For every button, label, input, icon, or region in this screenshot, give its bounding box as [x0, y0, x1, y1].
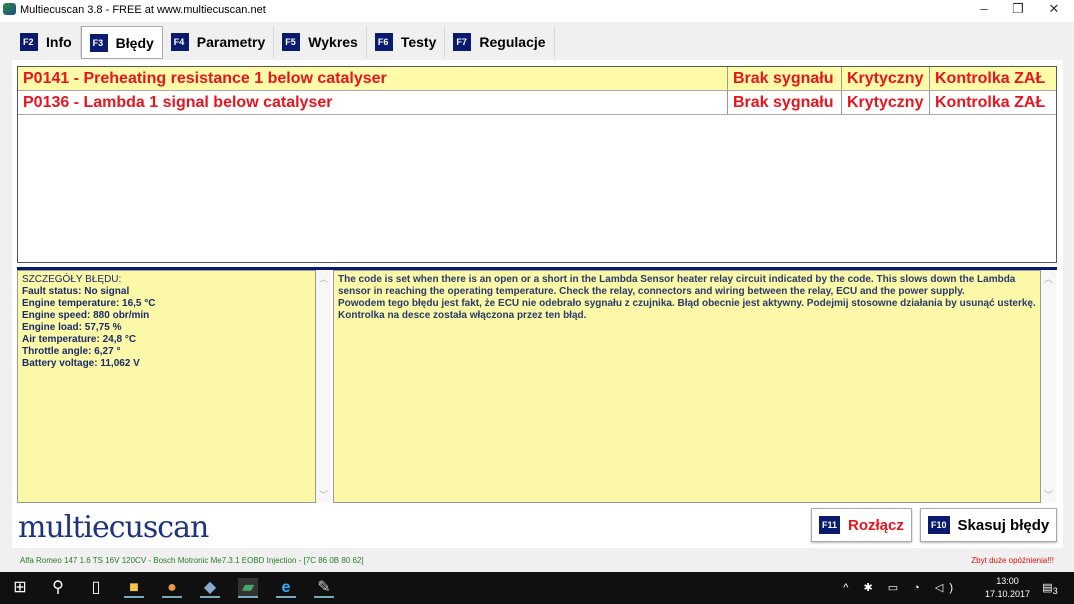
window-title: Multiecuscan 3.8 - FREE at www.multiecus…: [20, 4, 266, 16]
f10-key-icon: F10: [928, 516, 950, 534]
disconnect-button[interactable]: F11 Rozłącz: [811, 508, 912, 542]
fault-severity: Krytyczny: [842, 91, 930, 114]
clear-faults-button[interactable]: F10 Skasuj błędy: [920, 508, 1058, 542]
fault-description: P0141 - Preheating resistance 1 below ca…: [18, 67, 728, 90]
details-heading: SZCZEGÓŁY BŁĘDU:: [22, 274, 122, 285]
tab-label: Testy: [400, 34, 437, 50]
fault-row[interactable]: P0136 - Lambda 1 signal below catalyser …: [18, 91, 1056, 115]
detail-line: Engine temperature: 16,5 °C: [22, 298, 156, 309]
fault-row[interactable]: P0141 - Preheating resistance 1 below ca…: [18, 67, 1056, 91]
system-tray[interactable]: ^ ✱ ▭ ◔ ◁): [843, 581, 959, 594]
detail-line: Fault status: No signal: [22, 286, 130, 297]
multiecuscan-taskbar-icon[interactable]: ▰: [238, 578, 258, 598]
detail-line: Battery voltage: 11,062 V: [22, 358, 140, 369]
button-label: Rozłącz: [848, 516, 904, 534]
detail-line: Air temperature: 24,8 °C: [22, 334, 137, 345]
paint-icon[interactable]: ✎: [314, 578, 334, 598]
f6-key-icon: F6: [374, 33, 393, 51]
latency-warning: Zbyt duże opóźnienia!!!: [971, 556, 1054, 565]
f2-key-icon: F2: [20, 33, 38, 51]
fault-details-panel: SZCZEGÓŁY BŁĘDU: Fault status: No signal…: [17, 270, 316, 503]
tab-label: Info: [46, 34, 72, 50]
tab-bar: F2 Info F3 Błędy F4 Parametry F5 Wykres F6 Te…: [12, 26, 555, 60]
f4-key-icon: F4: [170, 33, 189, 51]
minimize-button[interactable]: –: [966, 0, 1002, 20]
f7-key-icon: F7: [453, 33, 472, 51]
tab-parametry[interactable]: F4 Parametry: [163, 26, 275, 58]
tab-label: Parametry: [196, 34, 266, 50]
tab-testy[interactable]: F6 Testy: [367, 26, 446, 58]
time: 13:00: [996, 576, 1019, 586]
tab-wykres[interactable]: F5 Wykres: [274, 26, 367, 58]
status-bar: Alfa Romeo 147 1.6 TS 16V 120CV - Bosch …: [0, 552, 1074, 570]
detail-line: Engine load: 57,75 %: [22, 322, 122, 333]
f11-key-icon: F11: [819, 516, 841, 534]
description-scrollbar[interactable]: ︿ ﹀: [1041, 270, 1056, 503]
main-panel: P0141 - Preheating resistance 1 below ca…: [12, 60, 1063, 548]
fault-severity: Krytyczny: [842, 67, 930, 90]
file-explorer-icon[interactable]: ■: [124, 578, 144, 598]
fault-lamp: Kontrolka ZAŁ: [935, 94, 1046, 111]
tab-label: Regulacje: [479, 34, 546, 50]
task-view-icon[interactable]: ▯: [86, 578, 106, 598]
chrome-icon[interactable]: ●: [162, 578, 182, 598]
title-bar: Multiecuscan 3.8 - FREE at www.multiecus…: [0, 0, 1074, 22]
description-english: The code is set when there is an open or…: [338, 274, 1016, 297]
fault-lamp: Kontrolka ZAŁ: [935, 70, 1046, 87]
description-polish: Powodem tego błędu jest fakt, że ECU nie…: [338, 298, 1036, 321]
details-scrollbar[interactable]: ︿ ﹀: [316, 270, 331, 503]
clock[interactable]: 13:00 17.10.2017: [985, 575, 1030, 601]
tab-label: Wykres: [308, 34, 358, 50]
taskbar: ⊞ ⚲ ▯ ■ ● ◆ ▰ e ✎ ^ ✱ ▭ ◔ ◁) 13:00 17.10.…: [0, 572, 1074, 604]
fault-list: P0141 - Preheating resistance 1 below ca…: [17, 66, 1057, 263]
notification-count: 3: [1052, 586, 1058, 597]
fault-status: Brak sygnału: [728, 67, 842, 90]
button-label: Skasuj błędy: [957, 516, 1050, 534]
fault-description: P0136 - Lambda 1 signal below catalyser: [18, 91, 728, 114]
tab-regulacje[interactable]: F7 Regulacje: [445, 26, 555, 58]
app-icon[interactable]: ◆: [200, 578, 220, 598]
edge-icon[interactable]: e: [276, 578, 296, 598]
tab-info[interactable]: F2 Info: [12, 26, 81, 58]
tab-bledy[interactable]: F3 Błędy: [80, 26, 163, 59]
notifications-icon[interactable]: ▤3: [1040, 578, 1060, 598]
close-button[interactable]: ✕: [1036, 0, 1072, 20]
vehicle-info: Alfa Romeo 147 1.6 TS 16V 120CV - Bosch …: [20, 556, 364, 565]
multiecuscan-logo: multiecuscan: [18, 510, 209, 545]
windows-start-icon[interactable]: ⊞: [10, 578, 30, 598]
tab-label: Błędy: [115, 34, 154, 51]
f5-key-icon: F5: [282, 33, 301, 51]
search-icon[interactable]: ⚲: [48, 578, 68, 598]
detail-line: Throttle angle: 6,27 °: [22, 346, 121, 357]
date: 17.10.2017: [984, 589, 1030, 599]
detail-line: Engine speed: 880 obr/min: [22, 310, 150, 321]
fault-status: Brak sygnału: [728, 91, 842, 114]
app-icon: [3, 3, 16, 15]
f3-key-icon: F3: [89, 33, 108, 52]
fault-description-panel: The code is set when there is an open or…: [333, 270, 1041, 503]
restore-button[interactable]: ❐: [1000, 0, 1036, 20]
